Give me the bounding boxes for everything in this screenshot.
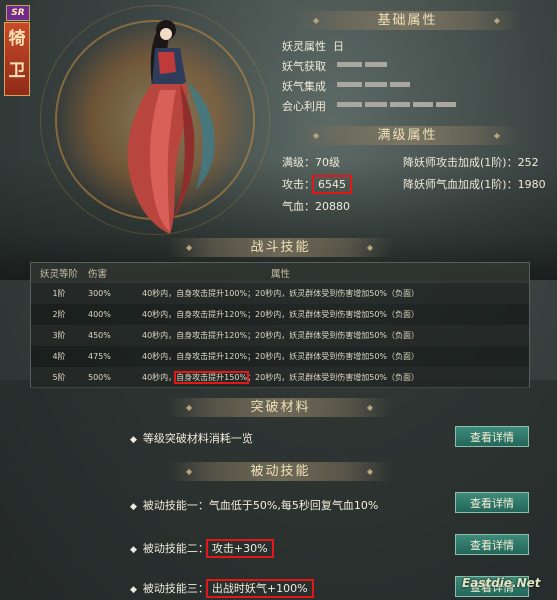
table-row: 5阶 500% 40秒内，自身攻击提升150%；20秒内，妖灵群体受到伤害增加50… <box>31 367 529 388</box>
character-portrait: SR 犄 卫 <box>0 0 290 250</box>
character-name-plate: 犄 卫 <box>4 22 30 96</box>
battle-skill-title: 战斗技能 <box>168 238 393 257</box>
rating-bar <box>337 82 362 87</box>
rating-bar <box>390 102 410 107</box>
passive-skill-2: ◆ 被动技能二： 攻击+30% <box>130 539 274 558</box>
passive-skill-3: ◆ 被动技能三： 出战时妖气+100% <box>130 579 314 598</box>
rating-bar <box>390 82 410 87</box>
character-illustration <box>127 20 215 234</box>
rating-bar <box>365 82 387 87</box>
bonus-attack: 降妖师攻击加成(1阶)：252 <box>403 156 539 169</box>
attack-label: 攻击： <box>282 178 315 191</box>
rarity-badge: SR <box>6 5 30 21</box>
attr-value-element: 日 <box>333 40 344 53</box>
rating-bar <box>413 102 433 107</box>
table-row: 2阶 400% 40秒内，自身攻击提升120%；20秒内，妖灵群体受到伤害增加50… <box>52 310 420 319</box>
watermark: Eastdie.Net <box>462 576 541 590</box>
rating-bar <box>365 102 387 107</box>
bonus-hp: 降妖师气血加成(1阶)：1980 <box>403 178 546 191</box>
rating-bar <box>436 102 456 107</box>
breakthrough-item: ◆ 等级突破材料消耗一览 <box>130 432 253 445</box>
passive-skill-1: ◆ 被动技能一：气血低于50%,每5秒回复气血10% <box>130 499 379 512</box>
attr-label-crit: 会心利用 <box>282 100 326 113</box>
name-char-1: 犄 <box>8 29 26 49</box>
attr-label-gain: 妖气获取 <box>282 60 326 73</box>
attack-value: 6545 <box>312 175 352 194</box>
breakthrough-title: 突破材料 <box>168 398 393 417</box>
diamond-icon: ◆ <box>130 435 137 445</box>
rating-bar <box>365 62 387 67</box>
view-details-button[interactable]: 查看详情 <box>455 426 529 447</box>
battle-skill-table: 妖灵等阶 伤害 属性 1阶 300% 40秒内，自身攻击提升100%；20秒内，妖… <box>30 262 530 388</box>
attack-stat: 攻击： 6545 <box>282 175 352 194</box>
passive-3-highlight: 出战时妖气+100% <box>205 579 314 598</box>
table-row: 1阶 300% 40秒内，自身攻击提升100%；20秒内，妖灵群体受到伤害增加50… <box>31 283 529 304</box>
header-attribute: 属性 <box>141 263 529 283</box>
table-header-row: 妖灵等阶 伤害 属性 <box>31 263 529 283</box>
highlighted-buff: 自身攻击提升150% <box>174 371 250 384</box>
passive-skill-title: 被动技能 <box>168 462 393 481</box>
hp-stat: 气血：20880 <box>282 200 350 213</box>
header-damage: 伤害 <box>87 263 141 283</box>
table-row: 3阶 450% 40秒内，自身攻击提升120%；20秒内，妖灵群体受到伤害增加50… <box>31 325 529 346</box>
diamond-icon: ◆ <box>130 502 137 512</box>
view-details-button[interactable]: 查看详情 <box>455 534 529 555</box>
max-level: 满级：70级 <box>282 156 340 169</box>
name-char-2: 卫 <box>8 61 26 81</box>
diamond-icon: ◆ <box>130 545 137 555</box>
table-row: 4阶 475% 40秒内，自身攻击提升120%；20秒内，妖灵群体受到伤害增加50… <box>52 352 420 361</box>
attr-label-element: 妖灵属性 日 <box>282 40 344 53</box>
max-level-title: 满级属性 <box>295 126 520 145</box>
passive-2-highlight: 攻击+30% <box>205 539 274 558</box>
attr-label-collect: 妖气集成 <box>282 80 326 93</box>
header-level: 妖灵等阶 <box>31 263 87 283</box>
view-details-button[interactable]: 查看详情 <box>455 492 529 513</box>
rating-bar <box>337 62 362 67</box>
diamond-icon: ◆ <box>130 585 137 595</box>
rating-bar <box>337 102 362 107</box>
basic-attributes-title: 基础属性 <box>295 11 520 30</box>
